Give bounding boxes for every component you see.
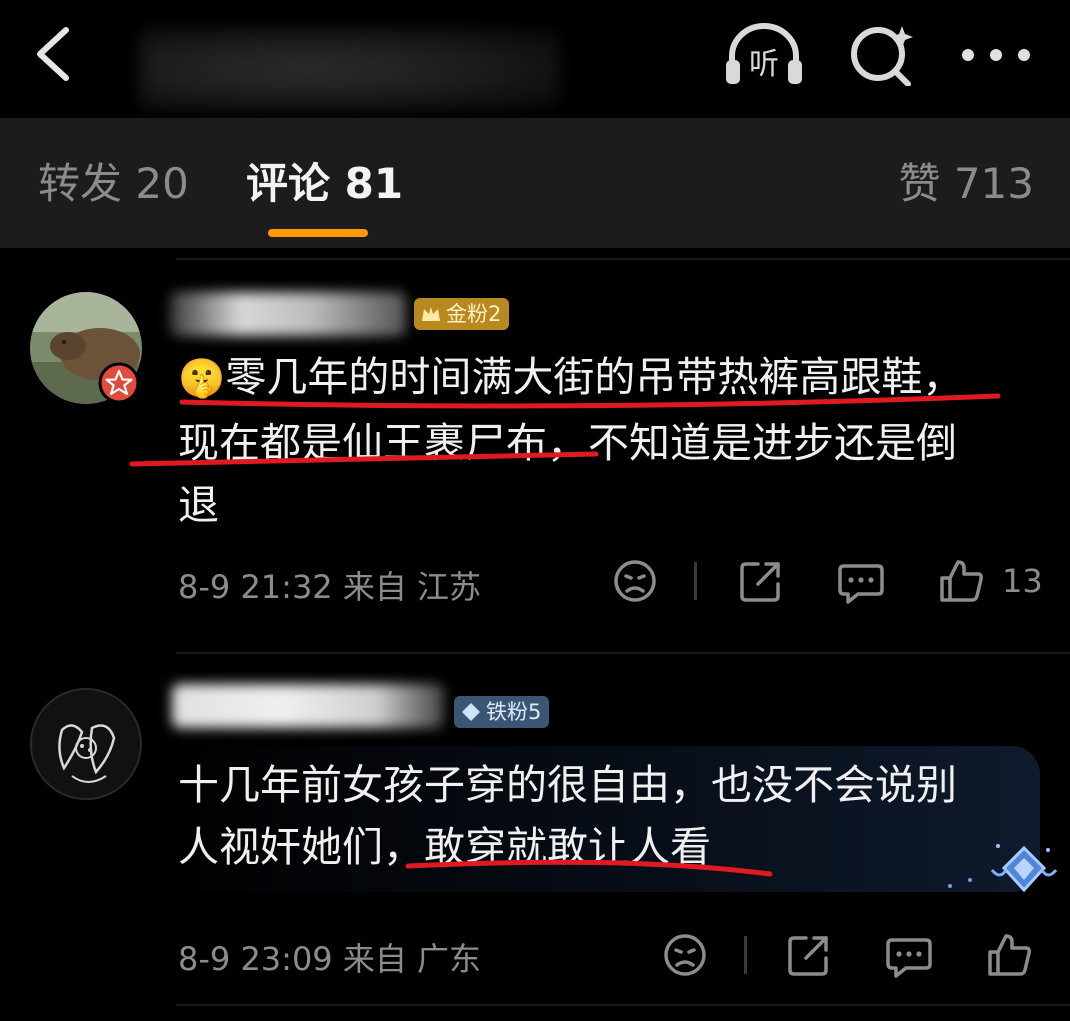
- divider: [176, 1004, 1070, 1006]
- fan-badge-label: 铁粉5: [486, 700, 542, 724]
- thumbs-up-icon[interactable]: [936, 556, 986, 606]
- like-count: 13: [1002, 562, 1043, 600]
- reply-comment-icon[interactable]: [836, 556, 886, 606]
- divider: [176, 258, 1070, 260]
- share-icon[interactable]: [784, 930, 834, 980]
- search-sparkle-icon: [851, 26, 913, 87]
- verified-badge-icon: [98, 362, 140, 404]
- search-button[interactable]: [848, 22, 916, 87]
- tab-comment[interactable]: 评论 81: [246, 158, 403, 210]
- diamond-icon: [462, 703, 480, 721]
- dislike-face-icon[interactable]: [610, 556, 660, 606]
- more-button[interactable]: [958, 30, 1034, 80]
- headphones-icon: 听: [726, 23, 802, 84]
- tab-repost[interactable]: 转发 20: [38, 158, 189, 210]
- artistic-avatar-image: [32, 690, 140, 798]
- top-bar: 听: [0, 0, 1070, 118]
- thumbs-up-icon[interactable]: [984, 930, 1034, 980]
- avatar[interactable]: [30, 688, 142, 800]
- more-dots-icon: [962, 49, 1030, 61]
- comment-text-line: 人视奸她们，敢穿就敢让人看: [178, 823, 711, 871]
- share-icon[interactable]: [736, 556, 786, 606]
- action-separator: [694, 562, 697, 600]
- tab-like[interactable]: 赞 713: [898, 158, 1034, 210]
- comment-text-line: 现在都是仙王裹尸布，不知道是进步还是倒: [178, 419, 957, 467]
- fan-badge-label: 金粉2: [446, 302, 502, 326]
- shush-emoji-icon: 🤫: [178, 356, 226, 400]
- comment-text: 零几年的时间满大街的吊带热裤高跟鞋，: [225, 353, 964, 401]
- listen-button[interactable]: 听: [722, 22, 806, 86]
- crown-icon: [422, 307, 440, 321]
- dislike-face-icon[interactable]: [660, 930, 710, 980]
- comment-text-line: 退: [178, 481, 219, 529]
- blurred-username[interactable]: [170, 292, 406, 336]
- back-arrow-icon: [37, 27, 69, 81]
- comment-text-line: 🤫零几年的时间满大街的吊带热裤高跟鞋，: [178, 344, 963, 411]
- blurred-title: [140, 28, 560, 110]
- diamond-fan-decoration-icon: [948, 844, 1058, 893]
- back-button[interactable]: [28, 22, 84, 86]
- listen-label: 听: [749, 47, 779, 82]
- divider: [176, 652, 1070, 654]
- blurred-username[interactable]: [172, 684, 444, 728]
- fan-badge[interactable]: 铁粉5: [454, 696, 550, 728]
- comment-text-line: 十几年前女孩子穿的很自由，也没不会说别: [178, 761, 957, 809]
- active-tab-indicator: [268, 229, 368, 237]
- comment-meta: 8-9 23:09 来自 广东: [178, 940, 482, 978]
- tab-bar: 转发 20 评论 81 赞 713: [0, 118, 1070, 248]
- fan-badge[interactable]: 金粉2: [414, 298, 510, 330]
- action-separator: [744, 936, 747, 974]
- comment-meta: 8-9 21:32 来自 江苏: [178, 568, 482, 606]
- reply-comment-icon[interactable]: [884, 930, 934, 980]
